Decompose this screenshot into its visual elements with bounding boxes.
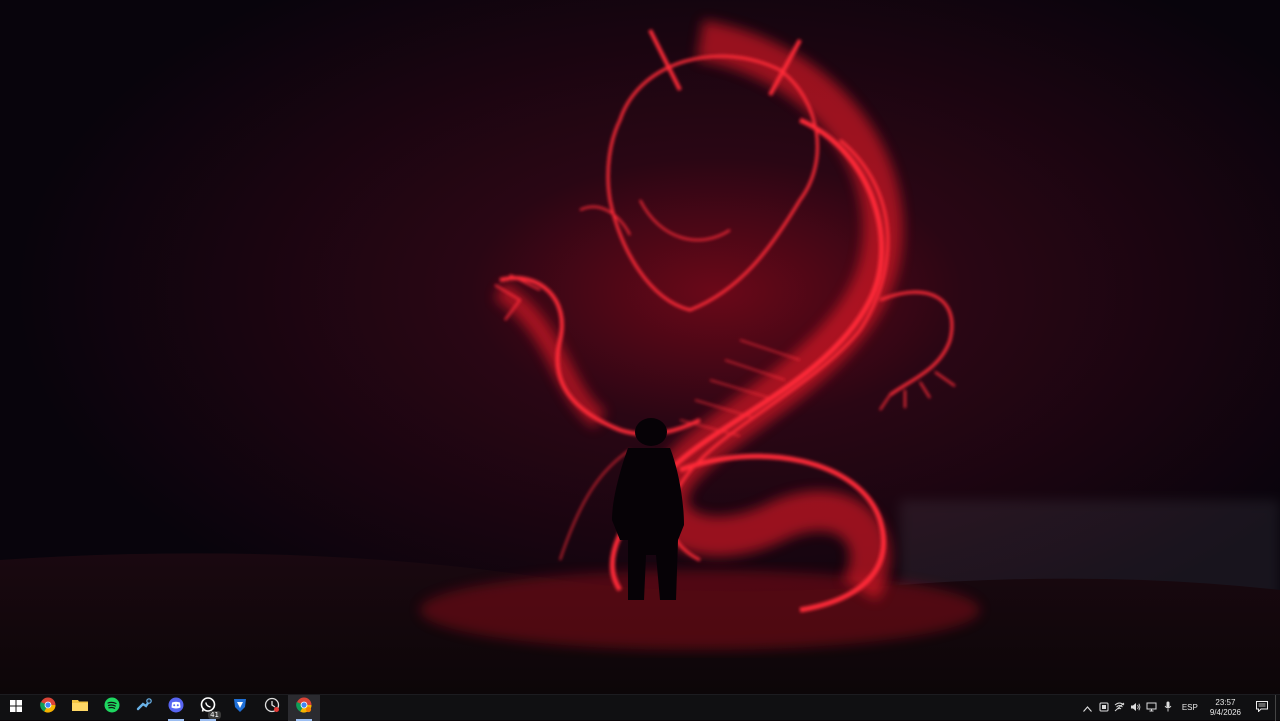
tray-volume-button[interactable] xyxy=(1128,695,1144,721)
taskbar-whatsapp-button[interactable]: 41 xyxy=(192,695,224,721)
tray-network-button[interactable] xyxy=(1112,695,1128,721)
windows-start-icon xyxy=(10,699,22,717)
network-disconnected-icon xyxy=(1114,699,1125,717)
show-desktop-button[interactable] xyxy=(1275,694,1280,721)
device-icon xyxy=(1099,699,1109,717)
notification-center-button[interactable] xyxy=(1249,695,1275,721)
clock-date-button[interactable]: 23:57 9/4/2026 xyxy=(1204,698,1249,718)
chrome-profile-icon xyxy=(296,697,312,718)
taskbar: 41 ESP 23:57 9/4/2026 xyxy=(0,694,1280,721)
tray-microphone-button[interactable] xyxy=(1160,695,1176,721)
steam-icon xyxy=(136,697,152,718)
taskbar-file-explorer-button[interactable] xyxy=(64,695,96,721)
notification-icon xyxy=(1256,699,1268,717)
volume-icon xyxy=(1130,699,1141,717)
taskbar-chrome-profile-button[interactable] xyxy=(288,694,320,721)
dragon-wallpaper-art xyxy=(0,0,1280,694)
system-tray: ESP 23:57 9/4/2026 xyxy=(1080,694,1280,721)
display-icon xyxy=(1146,699,1157,717)
taskbar-app-list: 41 xyxy=(0,694,320,721)
clock-date: 9/4/2026 xyxy=(1209,707,1241,717)
discord-icon xyxy=(168,697,184,718)
taskbar-chrome-button[interactable] xyxy=(32,695,64,721)
spotify-icon xyxy=(104,697,120,718)
taskbar-rocket-league-button[interactable] xyxy=(224,695,256,721)
taskbar-clock-app-button[interactable] xyxy=(256,695,288,721)
chrome-icon xyxy=(40,697,56,718)
taskbar-steam-button[interactable] xyxy=(128,695,160,721)
show-hidden-icons-button[interactable] xyxy=(1080,695,1096,721)
desktop-wallpaper xyxy=(0,0,1280,694)
clock-app-icon xyxy=(264,697,280,718)
whatsapp-unread-badge: 41 xyxy=(208,710,221,719)
tray-display-button[interactable] xyxy=(1144,695,1160,721)
start-button[interactable] xyxy=(0,695,32,721)
input-language-indicator[interactable]: ESP xyxy=(1176,703,1204,712)
tray-device-button[interactable] xyxy=(1096,695,1112,721)
taskbar-spotify-button[interactable] xyxy=(96,695,128,721)
taskbar-discord-button[interactable] xyxy=(160,695,192,721)
microphone-icon xyxy=(1164,699,1172,717)
chevron-up-icon xyxy=(1083,699,1093,717)
rocket-league-icon xyxy=(232,697,248,718)
file-explorer-icon xyxy=(72,698,88,717)
clock-time: 23:57 xyxy=(1215,697,1236,707)
